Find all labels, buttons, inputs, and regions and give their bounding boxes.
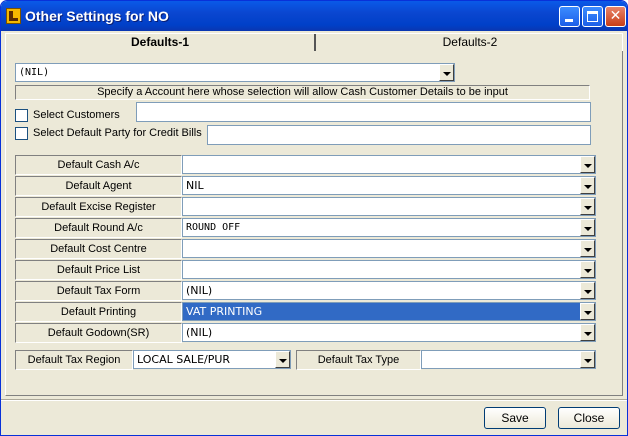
select-customers-checkbox[interactable] <box>15 109 28 122</box>
info-text: Specify a Account here whose selection w… <box>15 85 590 100</box>
chevron-down-icon[interactable] <box>275 351 290 368</box>
default-godown-select[interactable]: (NIL) <box>182 323 596 342</box>
field-value: (NIL) <box>186 326 213 339</box>
close-icon: ✕ <box>609 8 622 24</box>
maximize-button[interactable] <box>582 6 603 27</box>
tax-region-value: LOCAL SALE/PUR <box>137 353 231 366</box>
chevron-down-icon[interactable] <box>580 261 595 278</box>
tax-region-label: Default Tax Region <box>15 350 133 370</box>
default-round-select[interactable]: ROUND OFF <box>182 218 596 237</box>
field-label: Default Round A/c <box>15 218 182 238</box>
field-label: Default Tax Form <box>15 281 182 301</box>
chevron-down-icon[interactable] <box>580 177 595 194</box>
chevron-down-icon[interactable] <box>439 64 454 81</box>
field-value: (NIL) <box>186 284 213 297</box>
tax-type-select[interactable] <box>421 350 596 369</box>
tax-type-label: Default Tax Type <box>296 350 421 370</box>
default-party-label: Select Default Party for Credit Bills <box>33 127 202 139</box>
cash-customer-account-select[interactable]: (NIL) <box>15 63 455 82</box>
window-title: Other Settings for NO <box>25 8 169 24</box>
maximize-icon <box>587 11 598 22</box>
field-label: Default Agent <box>15 176 182 196</box>
chevron-down-icon[interactable] <box>580 240 595 257</box>
chevron-down-icon[interactable] <box>580 351 595 368</box>
field-label: Default Godown(SR) <box>15 323 182 343</box>
field-label: Default Printing <box>15 302 182 322</box>
app-icon <box>6 8 21 24</box>
chevron-down-icon[interactable] <box>580 198 595 215</box>
default-cash-select[interactable] <box>182 155 596 174</box>
default-price-list-select[interactable] <box>182 260 596 279</box>
default-excise-register-select[interactable] <box>182 197 596 216</box>
settings-window: Other Settings for NO ✕ Defaults-1 Defau… <box>0 0 628 436</box>
select-customers-input[interactable] <box>136 102 591 122</box>
default-printing-select[interactable]: VAT PRINTING <box>182 302 596 321</box>
account-select-value: (NIL) <box>19 67 50 78</box>
field-value: VAT PRINTING <box>186 305 263 318</box>
chevron-down-icon[interactable] <box>580 219 595 236</box>
default-party-input[interactable] <box>207 125 591 145</box>
minimize-icon <box>565 19 573 22</box>
tab-strip: Defaults-1 Defaults-2 <box>5 33 623 51</box>
tab-defaults-1[interactable]: Defaults-1 <box>6 34 316 51</box>
field-value: ROUND OFF <box>186 222 241 233</box>
default-party-checkbox[interactable] <box>15 127 28 140</box>
tab-defaults-2[interactable]: Defaults-2 <box>318 34 622 51</box>
minimize-button[interactable] <box>559 6 580 27</box>
field-label: Default Excise Register <box>15 197 182 217</box>
chevron-down-icon[interactable] <box>580 324 595 341</box>
field-label: Default Price List <box>15 260 182 280</box>
select-customers-label: Select Customers <box>33 109 120 121</box>
close-window-button[interactable]: ✕ <box>605 6 626 27</box>
close-button[interactable]: Close <box>558 407 620 429</box>
default-tax-form-select[interactable]: (NIL) <box>182 281 596 300</box>
default-cost-centre-select[interactable] <box>182 239 596 258</box>
save-button[interactable]: Save <box>484 407 546 429</box>
chevron-down-icon[interactable] <box>580 156 595 173</box>
field-value: NIL <box>186 179 204 192</box>
chevron-down-icon[interactable] <box>580 303 595 320</box>
field-label: Default Cost Centre <box>15 239 182 259</box>
tax-region-select[interactable]: LOCAL SALE/PUR <box>133 350 291 369</box>
divider <box>1 399 627 401</box>
field-label: Default Cash A/c <box>15 155 182 175</box>
default-agent-select[interactable]: NIL <box>182 176 596 195</box>
chevron-down-icon[interactable] <box>580 282 595 299</box>
title-bar[interactable]: Other Settings for NO ✕ <box>1 1 627 31</box>
